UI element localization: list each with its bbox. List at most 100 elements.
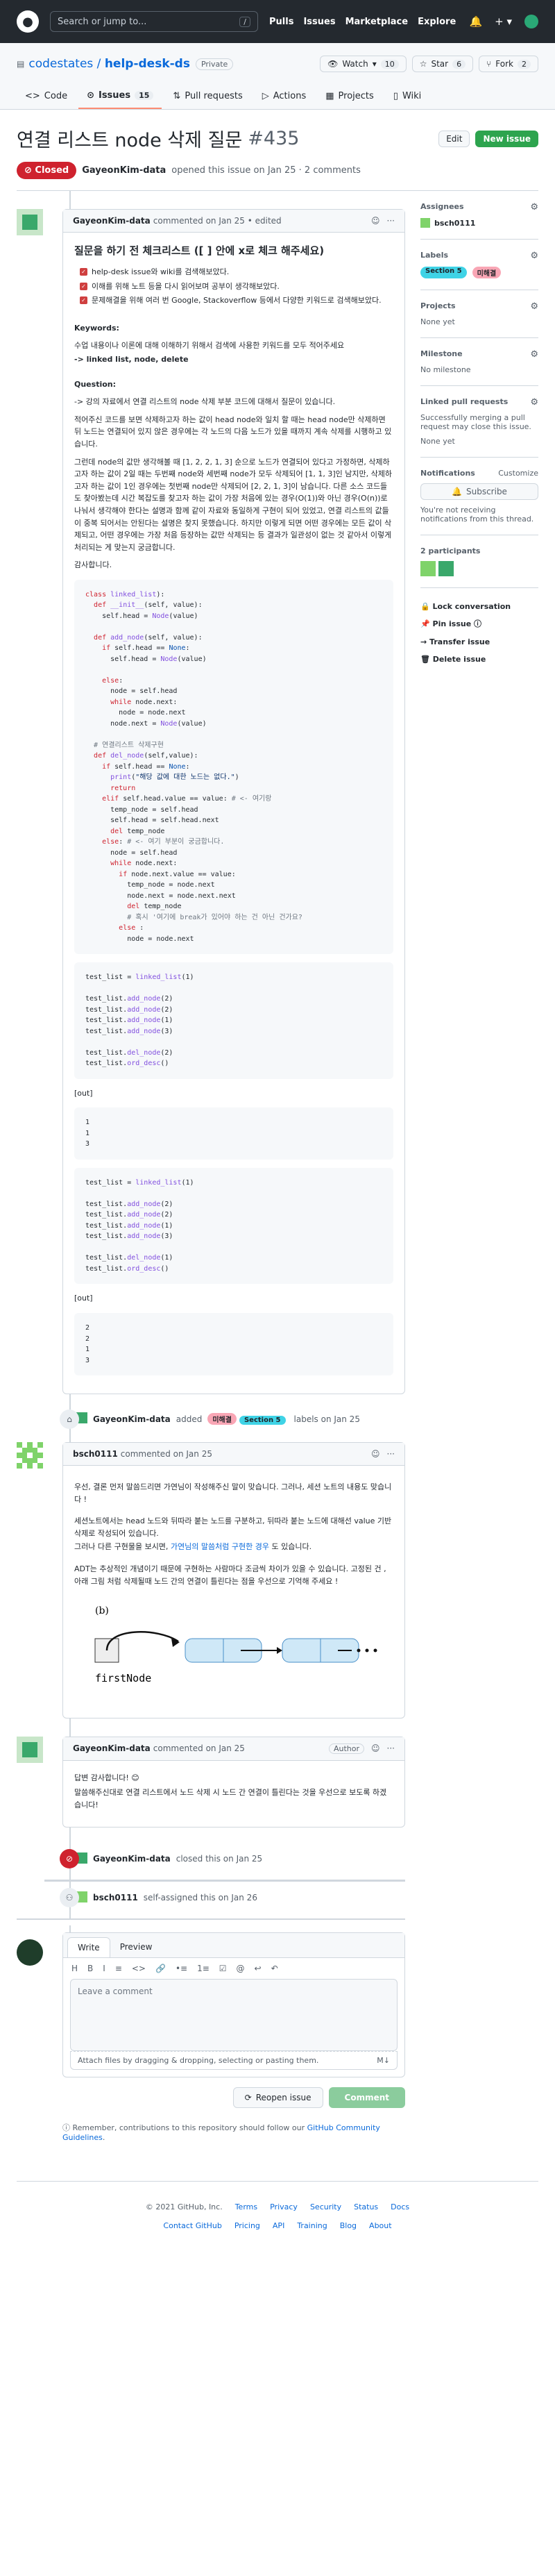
comment-author[interactable]: GayeonKim-data <box>73 1743 151 1753</box>
github-logo-icon[interactable]: ● <box>17 10 39 33</box>
top-nav-explore[interactable]: Explore <box>418 17 456 27</box>
new-issue-button[interactable]: New issue <box>475 130 538 147</box>
tab-pull-requests[interactable]: ⇅ Pull requests <box>164 85 250 109</box>
toolbar-button[interactable]: 1≡ <box>197 1964 210 1973</box>
toolbar-button[interactable]: <> <box>132 1964 146 1973</box>
global-header: ● Search or jump to... / Pulls Issues Mark… <box>0 0 555 43</box>
toolbar-button[interactable]: ☑ <box>219 1964 227 1973</box>
toolbar-button[interactable]: H <box>71 1964 78 1973</box>
code-line: if self.head == None: <box>102 762 190 771</box>
lock-conversation-link[interactable]: 🔒 Lock conversation <box>420 598 538 615</box>
tab-write[interactable]: Write <box>67 1937 110 1957</box>
checklist-item[interactable]: ✓ 문제해결을 위해 여러 번 Google, Stackoverflow 등에서… <box>80 294 393 307</box>
footer-link[interactable]: Docs <box>391 2202 409 2211</box>
code-line: while node.next: <box>110 860 178 868</box>
edit-button[interactable]: Edit <box>438 130 470 147</box>
label-badge[interactable]: Section 5 <box>239 1416 286 1425</box>
footer-link[interactable]: Privacy <box>270 2202 298 2211</box>
attach-files-area[interactable]: Attach files by dragging & dropping, sel… <box>70 2050 398 2070</box>
toolbar-button[interactable]: B <box>87 1964 93 1973</box>
checklist-item[interactable]: ✓ help-desk issue와 wiki를 검색해보았다. <box>80 266 393 278</box>
tab-preview[interactable]: Preview <box>110 1937 162 1957</box>
star-button[interactable]: ☆ Star 6 <box>411 56 474 72</box>
checklist-item[interactable]: ✓ 이해를 위해 노트 등을 다시 읽어보며 공부이 생각해보았다. <box>80 281 393 293</box>
comment-author[interactable]: GayeonKim-data <box>73 216 151 226</box>
delete-issue-link[interactable]: 🗑 Delete issue <box>420 651 538 668</box>
label-badge[interactable]: 미해결 <box>472 267 502 278</box>
transfer-issue-link[interactable]: → Transfer issue <box>420 633 538 651</box>
repo-header: ▤ codestates / help-desk-ds Private 👁 Wa… <box>0 43 555 110</box>
reopen-issue-button[interactable]: ⟳ Reopen issue <box>232 2086 323 2108</box>
toolbar-button[interactable]: ↩ <box>255 1964 262 1973</box>
label-badge[interactable]: 미해결 <box>207 1413 237 1425</box>
customize-link[interactable]: Customize <box>498 469 538 478</box>
comment-author[interactable]: bsch0111 <box>73 1449 118 1459</box>
avatar[interactable] <box>438 561 454 576</box>
svg-text:(b): (b) <box>95 1605 109 1616</box>
toolbar-button[interactable]: •≡ <box>176 1964 187 1973</box>
top-nav-issues[interactable]: Issues <box>303 17 335 27</box>
tab-code[interactable]: <> Code <box>17 85 76 109</box>
gear-icon[interactable]: ⚙ <box>530 301 538 312</box>
top-nav-pulls[interactable]: Pulls <box>269 17 293 27</box>
avatar[interactable] <box>17 1736 43 1763</box>
code-icon: <> <box>25 91 40 101</box>
fork-button[interactable]: ⑂ Fork 2 <box>479 56 538 72</box>
subscribe-button[interactable]: 🔔 Subscribe <box>420 483 538 500</box>
issue-number: #435 <box>248 128 300 149</box>
assignee-link[interactable]: bsch0111 <box>434 219 475 228</box>
gear-icon[interactable]: ⚙ <box>530 251 538 261</box>
avatar[interactable] <box>17 209 43 235</box>
repo-name-link[interactable]: help-desk-ds <box>105 57 190 71</box>
search-input[interactable]: Search or jump to... / <box>50 11 258 32</box>
footer-link[interactable]: Blog <box>340 2221 357 2230</box>
footer-link[interactable]: Training <box>297 2221 327 2230</box>
repo-owner-link[interactable]: codestates <box>28 57 93 71</box>
bell-icon[interactable]: 🔔 <box>469 15 482 28</box>
plus-menu-icon[interactable]: + ▾ <box>495 15 512 28</box>
comment: GayeonKim-data commented on Jan 25 • edi… <box>17 209 405 1395</box>
tab-actions[interactable]: ▷ Actions <box>254 85 315 109</box>
code-line: temp_node = self.head <box>85 805 198 814</box>
comment-textarea[interactable]: Leave a comment <box>70 1978 398 2051</box>
footer-link[interactable]: Contact GitHub <box>163 2221 221 2230</box>
code-line: test_list.add_node(2) <box>85 1005 173 1014</box>
tab-wiki[interactable]: ▯ Wiki <box>385 85 429 109</box>
footer-link[interactable]: Security <box>310 2202 341 2211</box>
footer-link[interactable]: Status <box>354 2202 378 2211</box>
toolbar-button[interactable]: @ <box>237 1964 245 1973</box>
tab-issues[interactable]: ⊙ Issues 15 <box>78 85 162 109</box>
avatar[interactable] <box>17 1442 43 1469</box>
smiley-icon[interactable]: ☺ <box>371 216 380 226</box>
implementation-link[interactable]: 가연님의 말씀처럼 구현한 경우 <box>171 1542 269 1551</box>
toolbar-button[interactable]: I <box>103 1964 105 1973</box>
code-line: def __init__(self, value): <box>94 601 203 610</box>
toolbar-button[interactable]: 🔗 <box>155 1964 166 1973</box>
kebab-icon[interactable]: ··· <box>387 216 395 226</box>
kebab-icon[interactable]: ··· <box>387 1743 395 1753</box>
footer-link[interactable]: Terms <box>235 2202 257 2211</box>
issue-author-link[interactable]: GayeonKim-data <box>82 165 166 176</box>
gear-icon[interactable]: ⚙ <box>530 202 538 212</box>
current-user-avatar[interactable] <box>17 1939 43 1966</box>
label-badge[interactable]: Section 5 <box>420 267 467 278</box>
status-badge: ⊘ Closed <box>17 162 77 179</box>
gear-icon[interactable]: ⚙ <box>530 397 538 408</box>
pin-issue-link[interactable]: 📌 Pin issue ⓘ <box>420 615 538 633</box>
toolbar-button[interactable]: ↶ <box>271 1964 278 1973</box>
footer-link[interactable]: API <box>273 2221 284 2230</box>
gear-icon[interactable]: ⚙ <box>530 349 538 360</box>
toolbar-button[interactable]: ≡ <box>115 1964 122 1973</box>
kebab-icon[interactable]: ··· <box>387 1449 395 1459</box>
smiley-icon[interactable]: ☺ <box>371 1743 380 1753</box>
smiley-icon[interactable]: ☺ <box>371 1449 380 1459</box>
code-line: node.next = node.next.next <box>85 892 236 900</box>
footer-link[interactable]: Pricing <box>234 2221 260 2230</box>
watch-button[interactable]: 👁 Watch ▾ 10 <box>320 56 407 72</box>
tab-projects[interactable]: ▦ Projects <box>317 85 382 109</box>
user-avatar[interactable] <box>524 15 538 28</box>
avatar[interactable] <box>420 561 436 576</box>
comment-button[interactable]: Comment <box>328 2086 405 2108</box>
top-nav-marketplace[interactable]: Marketplace <box>345 17 409 27</box>
footer-link[interactable]: About <box>369 2221 392 2230</box>
